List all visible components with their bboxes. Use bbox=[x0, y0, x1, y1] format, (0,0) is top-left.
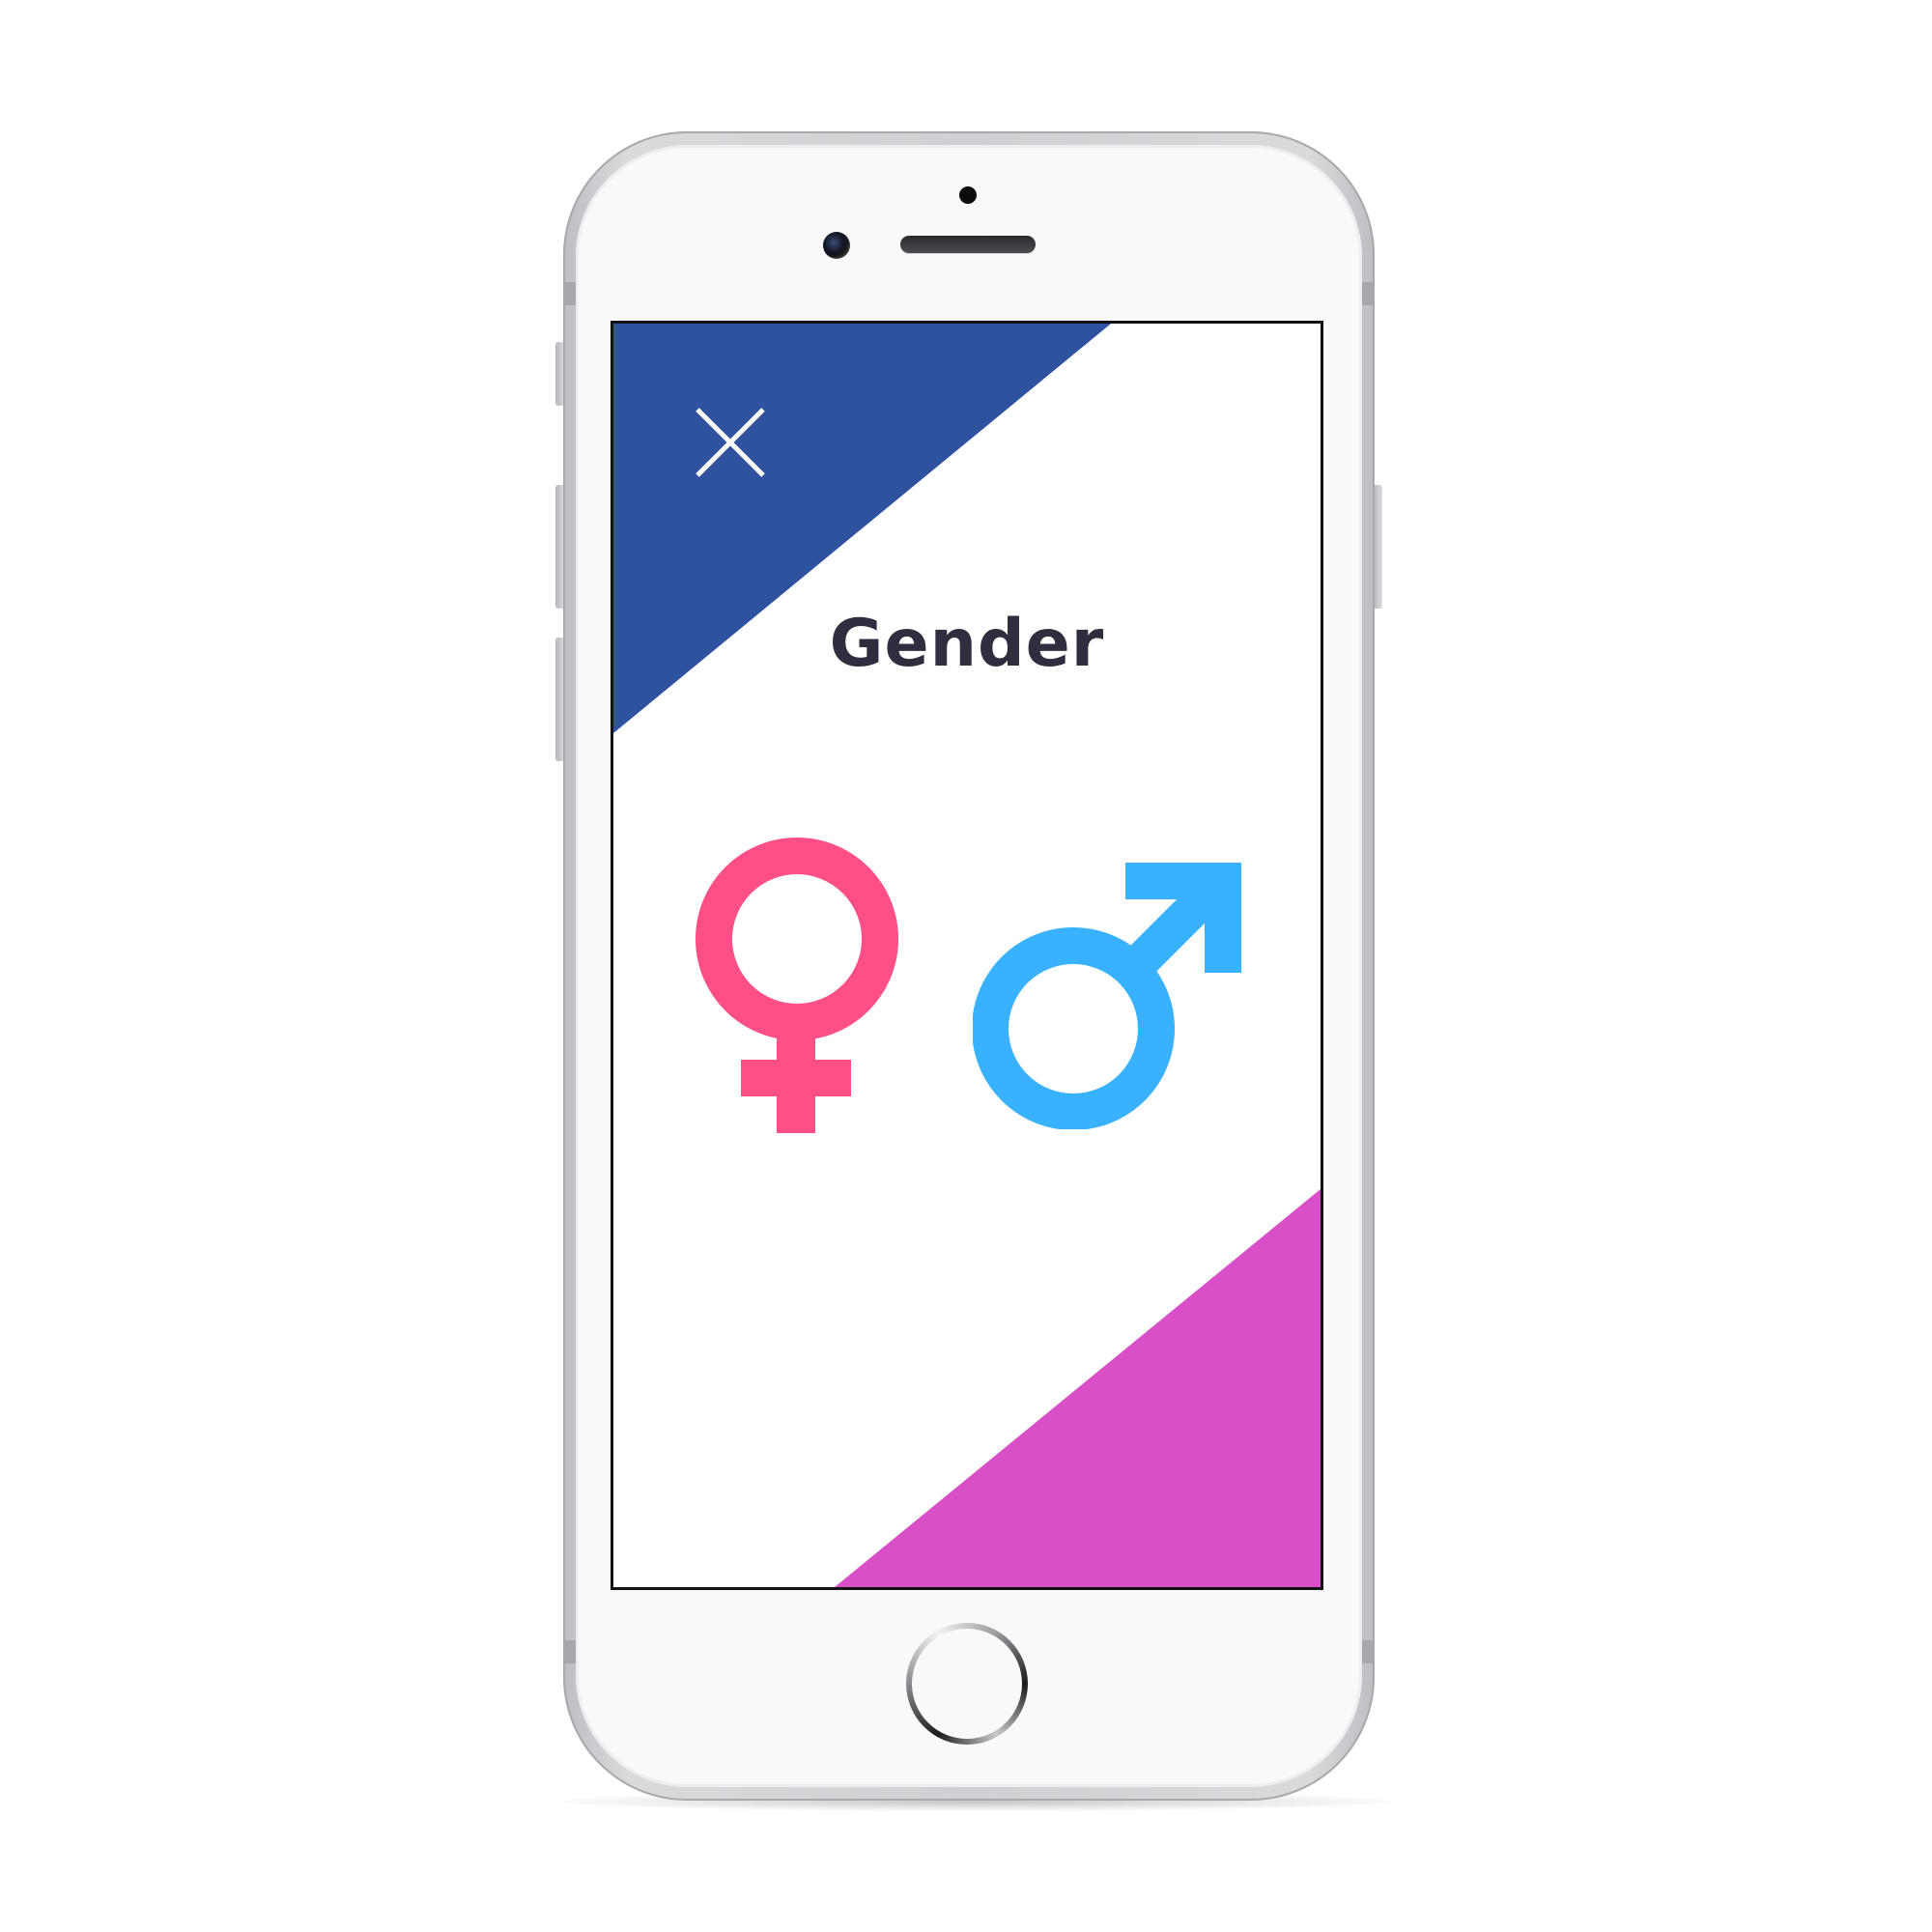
antenna-line-bottom-right bbox=[1362, 1640, 1375, 1663]
antenna-line-top-right bbox=[1362, 282, 1375, 305]
earpiece-speaker bbox=[900, 236, 1036, 253]
antenna-line-bottom-left bbox=[563, 1640, 576, 1663]
proximity-sensor bbox=[959, 186, 977, 204]
app-screen: Gender bbox=[611, 321, 1323, 1590]
front-camera bbox=[823, 232, 850, 259]
female-option-button[interactable] bbox=[693, 838, 901, 1133]
antenna-line-top-left bbox=[563, 282, 576, 305]
stage: Gender bbox=[0, 0, 1932, 1932]
page-title: Gender bbox=[829, 606, 1105, 682]
home-button-face[interactable] bbox=[912, 1629, 1022, 1739]
male-symbol-icon bbox=[973, 863, 1241, 1129]
close-button[interactable] bbox=[693, 405, 768, 480]
close-icon bbox=[696, 408, 765, 477]
female-symbol-icon bbox=[696, 838, 898, 1133]
bottom-banner-shape bbox=[835, 1189, 1321, 1587]
male-option-button[interactable] bbox=[973, 863, 1241, 1129]
